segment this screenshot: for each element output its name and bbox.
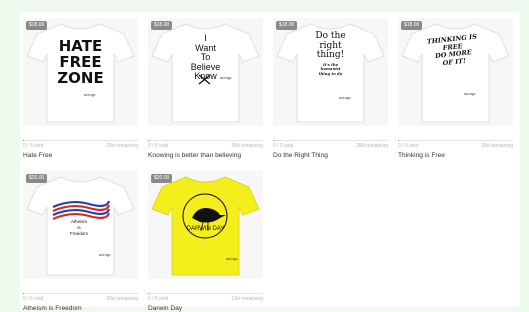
price-badge: $18.00 [276, 21, 298, 30]
sold-count: 0 / 5 sold [23, 296, 44, 302]
brand-tag: act.ngo [220, 76, 232, 80]
campaign-title[interactable]: Atheism is Freedom [23, 305, 138, 312]
sales-progress-bar [273, 140, 388, 141]
campaign-title[interactable]: Knowing is better than believing [148, 152, 263, 159]
sold-count: 0 / 5 sold [273, 143, 294, 149]
campaign-thumbnail[interactable]: $18.00 HATE FREE ZONE act.ngo [23, 18, 138, 126]
campaign-thumbnail[interactable]: $18.00 THINKING IS FREE DO MORE OF IT! a… [398, 18, 513, 126]
print-line: ZONE [57, 69, 104, 87]
campaign-thumbnail[interactable]: $20.00 DARWIN DAY act.ngo [148, 171, 263, 279]
campaign-card[interactable]: $20.00 DARWIN DAY act.ngo 0 / 5 sold 19d… [148, 171, 263, 312]
sold-count: 0 / 5 sold [23, 143, 44, 149]
shirt-print: DARWIN DAY [178, 226, 233, 279]
shirt-print: Do the right thing! It's the humanist th… [303, 31, 358, 98]
brand-tag: act.ngo [464, 92, 476, 96]
print-line: thing to do [318, 70, 343, 76]
campaign-card[interactable]: $20.00 Atheism is Freedom act.ngo 0 / 5 … [23, 171, 138, 312]
print-line: DARWIN DAY [186, 226, 225, 232]
campaign-card[interactable]: $18.00 I Want To Believe Know act.ngo 0 … [148, 18, 263, 159]
sales-progress-bar [148, 293, 263, 294]
campaign-title[interactable]: Darwin Day [148, 305, 263, 312]
campaign-title[interactable]: Hate Free [23, 152, 138, 159]
brand-tag: act.ngo [84, 93, 96, 97]
price-badge: $20.00 [26, 174, 48, 183]
time-remaining: 28d remaining [356, 143, 388, 149]
time-remaining: 28d remaining [106, 143, 138, 149]
price-badge: $18.00 [401, 21, 423, 30]
time-remaining: 19d remaining [231, 296, 263, 302]
shirt-print: THINKING IS FREE DO MORE OF IT! [421, 33, 490, 105]
sales-progress-bar [398, 140, 513, 141]
print-line: FREE [59, 53, 102, 71]
shirt-print: Atheism is Freedom [54, 219, 104, 279]
campaign-grid: $18.00 HATE FREE ZONE act.ngo 0 / 5 sold… [20, 12, 520, 312]
campaign-title[interactable]: Do the Right Thing [273, 152, 388, 159]
print-line: Freedom [69, 231, 88, 236]
print-line: thing! [316, 50, 345, 60]
sold-count: 0 / 5 sold [148, 143, 169, 149]
campaign-card[interactable]: $18.00 HATE FREE ZONE act.ngo 0 / 5 sold… [23, 18, 138, 159]
time-remaining: 28d remaining [231, 143, 263, 149]
campaign-thumbnail[interactable]: $18.00 Do the right thing! It's the huma… [273, 18, 388, 126]
campaign-thumbnail[interactable]: $20.00 Atheism is Freedom act.ngo [23, 171, 138, 279]
sold-count: 0 / 5 sold [148, 296, 169, 302]
price-badge: $18.00 [151, 21, 173, 30]
sales-progress-bar [148, 140, 263, 141]
time-remaining: 28d remaining [481, 143, 513, 149]
time-remaining: 30d remaining [106, 296, 138, 302]
brand-tag: act.ngo [226, 257, 238, 261]
shirt-print: HATE FREE ZONE [53, 38, 108, 104]
sales-progress-bar [23, 293, 138, 294]
sales-progress-bar [23, 140, 138, 141]
price-badge: $20.00 [151, 174, 173, 183]
price-badge: $18.00 [26, 21, 48, 30]
campaign-card[interactable]: $18.00 THINKING IS FREE DO MORE OF IT! a… [398, 18, 513, 159]
campaign-title[interactable]: Thinking is Free [398, 152, 513, 159]
shirt-print: I Want To Believe Know [178, 33, 233, 100]
campaign-thumbnail[interactable]: $18.00 I Want To Believe Know act.ngo [148, 18, 263, 126]
print-line: HATE [58, 37, 103, 55]
campaign-card[interactable]: $18.00 Do the right thing! It's the huma… [273, 18, 388, 159]
brand-tag: act.ngo [99, 253, 111, 257]
brand-tag: act.ngo [339, 96, 351, 100]
sold-count: 0 / 5 sold [398, 143, 419, 149]
